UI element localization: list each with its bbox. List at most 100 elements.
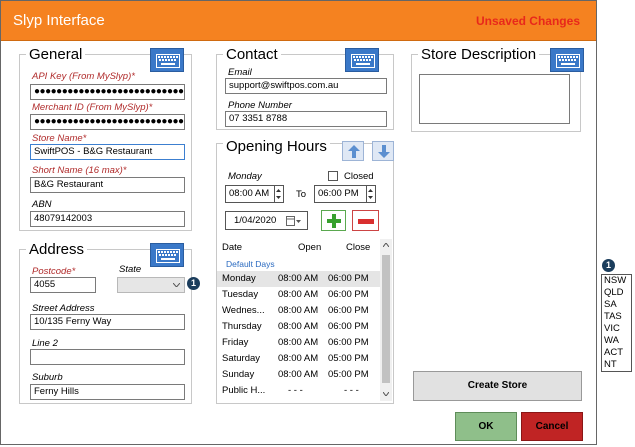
street-address-input[interactable]: 10/135 Ferny Way bbox=[30, 314, 185, 330]
contact-heading: Contact bbox=[223, 46, 281, 63]
phone-label: Phone Number bbox=[228, 100, 292, 111]
table-scrollbar[interactable] bbox=[380, 239, 392, 401]
state-options-list: NSW QLD SA TAS VIC WA ACT NT bbox=[601, 274, 632, 372]
merchant-id-input[interactable]: ●●●●●●●●●●●●●●●●●●●●●●●●●●●●●●●●●●●●●●●●… bbox=[30, 114, 185, 130]
spinner-icon bbox=[276, 189, 281, 199]
address-panel: Address Postcode* State 4055 Street Addr… bbox=[19, 241, 192, 404]
scrollbar-thumb[interactable] bbox=[382, 255, 390, 383]
state-option[interactable]: VIC bbox=[602, 323, 631, 335]
keyboard-icon bbox=[556, 54, 580, 68]
chevron-down-icon bbox=[173, 283, 180, 287]
keyboard-icon bbox=[156, 54, 180, 68]
state-option[interactable]: WA bbox=[602, 335, 631, 347]
state-label: State bbox=[119, 264, 142, 275]
table-row[interactable]: Public H... - - -- - - bbox=[217, 383, 380, 399]
store-description-panel: Store Description bbox=[411, 46, 584, 132]
abn-input[interactable]: 48079142003 bbox=[30, 211, 185, 227]
postcode-label: Postcode* bbox=[32, 266, 76, 277]
contact-panel: Contact Email support@swiftpos.com.au Ph… bbox=[216, 46, 394, 130]
merchant-id-label: Merchant ID (From MySlyp)* bbox=[32, 102, 153, 113]
state-option[interactable]: TAS bbox=[602, 311, 631, 323]
address-heading: Address bbox=[26, 241, 88, 258]
short-name-label: Short Name (16 max)* bbox=[32, 165, 127, 176]
closed-checkbox[interactable] bbox=[328, 171, 338, 181]
default-days-group: Default Days bbox=[226, 259, 275, 269]
spinner-icon bbox=[368, 189, 373, 199]
title-bar: Slyp Interface Unsaved Changes bbox=[1, 1, 596, 41]
close-time-spinner[interactable] bbox=[367, 185, 376, 203]
store-name-input[interactable]: SwiftPOS - B&G Restaurant bbox=[30, 144, 185, 160]
date-value: 1/04/2020 bbox=[234, 215, 277, 226]
store-description-heading: Store Description bbox=[418, 46, 540, 63]
plus-icon bbox=[327, 214, 341, 228]
date-column-header: Date bbox=[222, 242, 243, 253]
table-row[interactable]: Friday 08:00 AM 06:00 PM bbox=[217, 335, 380, 351]
arrow-up-icon bbox=[348, 145, 360, 158]
description-keyboard-button[interactable] bbox=[550, 48, 584, 72]
close-time-input[interactable]: 06:00 PM bbox=[314, 185, 367, 203]
postcode-input[interactable]: 4055 bbox=[30, 277, 96, 293]
keyboard-icon bbox=[156, 249, 180, 263]
date-picker[interactable]: 1/04/2020 bbox=[225, 211, 308, 230]
email-input[interactable]: support@swiftpos.com.au bbox=[225, 78, 387, 94]
state-option[interactable]: ACT bbox=[602, 347, 631, 359]
state-option[interactable]: QLD bbox=[602, 287, 631, 299]
keyboard-icon bbox=[351, 54, 375, 68]
phone-input[interactable]: 07 3351 8788 bbox=[225, 111, 387, 127]
line2-input[interactable] bbox=[30, 349, 185, 365]
day-label: Monday bbox=[228, 171, 262, 182]
email-label: Email bbox=[228, 67, 252, 78]
create-store-button[interactable]: Create Store bbox=[413, 371, 582, 401]
suburb-input[interactable]: Ferny Hills bbox=[30, 384, 185, 400]
table-row[interactable]: Tuesday 08:00 AM 06:00 PM bbox=[217, 287, 380, 303]
remove-date-button[interactable] bbox=[352, 210, 379, 231]
table-row[interactable]: Saturday 08:00 AM 05:00 PM bbox=[217, 351, 380, 367]
state-option[interactable]: NT bbox=[602, 359, 631, 371]
calendar-icon bbox=[286, 216, 301, 226]
opening-hours-panel: Opening Hours Monday Closed 08:00 AM To … bbox=[216, 138, 394, 404]
state-option[interactable]: SA bbox=[602, 299, 631, 311]
line2-label: Line 2 bbox=[32, 338, 58, 349]
api-key-label: API Key (From MySlyp)* bbox=[32, 71, 135, 82]
to-label: To bbox=[296, 189, 307, 200]
move-up-button[interactable] bbox=[342, 141, 364, 161]
suburb-label: Suburb bbox=[32, 372, 63, 383]
state-option[interactable]: NSW bbox=[602, 275, 631, 287]
open-column-header: Open bbox=[298, 242, 322, 253]
scroll-down-icon bbox=[383, 392, 389, 396]
table-row[interactable]: Wednes... 08:00 AM 06:00 PM bbox=[217, 303, 380, 319]
app-window: Slyp Interface Unsaved Changes General A… bbox=[0, 0, 597, 445]
state-select[interactable] bbox=[117, 277, 185, 293]
street-address-label: Street Address bbox=[32, 303, 95, 314]
hours-table: Date Open Close Default Days Monday 08:00… bbox=[217, 239, 393, 403]
arrow-down-icon bbox=[378, 145, 390, 158]
general-heading: General bbox=[26, 46, 86, 63]
address-keyboard-button[interactable] bbox=[150, 243, 184, 267]
opening-hours-heading: Opening Hours bbox=[223, 138, 330, 155]
store-description-input[interactable] bbox=[419, 74, 570, 124]
table-row[interactable]: Thursday 08:00 AM 06:00 PM bbox=[217, 319, 380, 335]
callout-badge: 1 bbox=[187, 277, 200, 290]
table-row[interactable]: Monday 08:00 AM 06:00 PM bbox=[217, 271, 380, 287]
abn-label: ABN bbox=[32, 199, 52, 210]
open-time-input[interactable]: 08:00 AM bbox=[225, 185, 275, 203]
callout-badge: 1 bbox=[602, 259, 615, 272]
open-time-value: 08:00 AM bbox=[229, 188, 270, 199]
short-name-input[interactable]: B&G Restaurant bbox=[30, 177, 185, 193]
minus-icon bbox=[358, 219, 374, 224]
general-keyboard-button[interactable] bbox=[150, 48, 184, 72]
move-down-button[interactable] bbox=[372, 141, 394, 161]
ok-button[interactable]: OK bbox=[455, 412, 517, 441]
api-key-input[interactable]: ●●●●●●●●●●●●●●●●●●●●●●●●●●●●●●●●●●●●●●●●… bbox=[30, 84, 185, 100]
add-date-button[interactable] bbox=[321, 210, 346, 231]
contact-keyboard-button[interactable] bbox=[345, 48, 379, 72]
scroll-up-icon bbox=[383, 243, 389, 247]
close-column-header: Close bbox=[346, 242, 371, 253]
open-time-spinner[interactable] bbox=[275, 185, 284, 203]
unsaved-status: Unsaved Changes bbox=[475, 14, 580, 28]
cancel-button[interactable]: Cancel bbox=[521, 412, 583, 441]
close-time-value: 06:00 PM bbox=[318, 188, 359, 199]
store-name-label: Store Name* bbox=[32, 133, 87, 144]
closed-label: Closed bbox=[344, 171, 374, 182]
table-row[interactable]: Sunday 08:00 AM 05:00 PM bbox=[217, 367, 380, 383]
